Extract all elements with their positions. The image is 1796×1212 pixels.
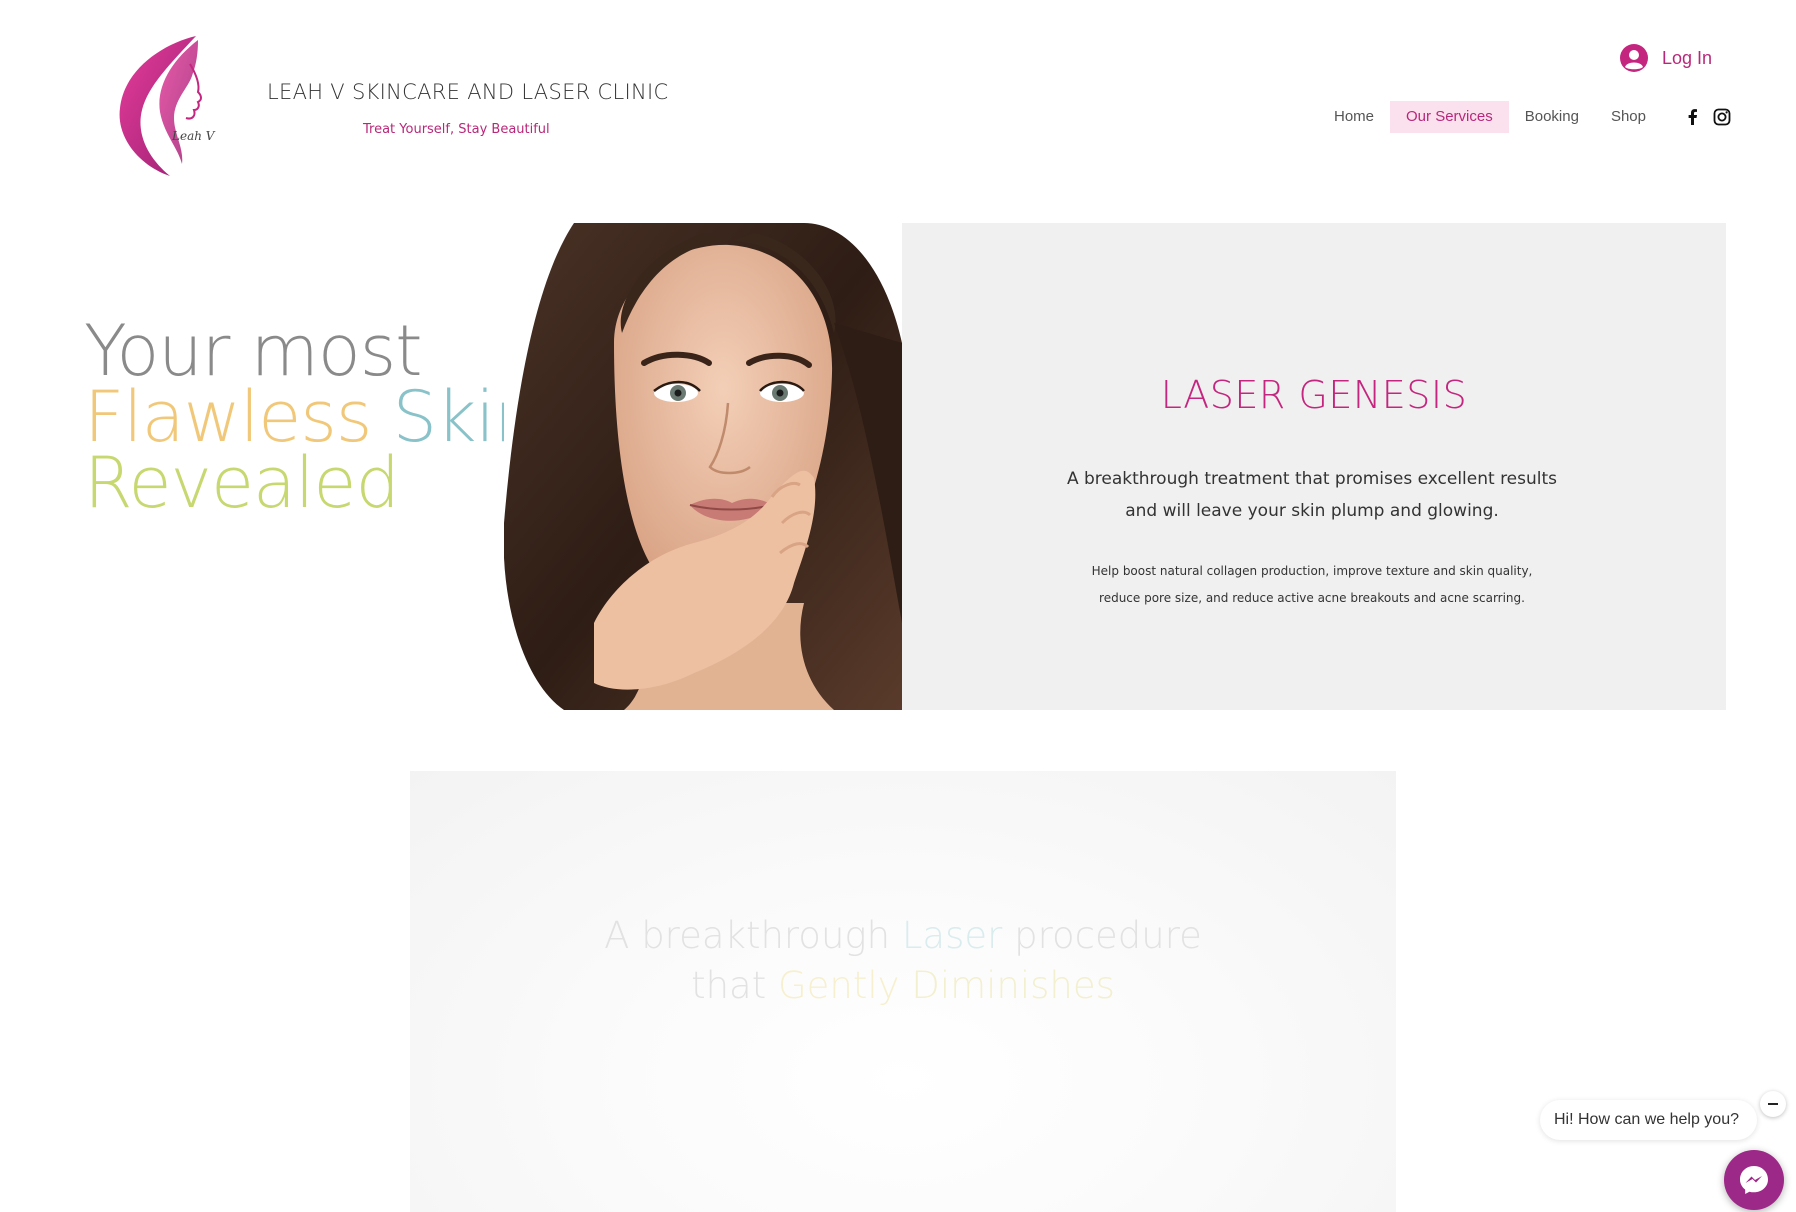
instagram-icon[interactable] bbox=[1712, 107, 1732, 127]
hero-headline: Your most Flawless Skin Revealed bbox=[84, 310, 538, 524]
laser-procedure-section: A breakthrough Laser procedure that Gent… bbox=[410, 771, 1396, 1212]
section2-word-diminishes: Diminishes bbox=[911, 964, 1115, 1007]
messenger-launcher-button[interactable] bbox=[1724, 1150, 1784, 1210]
logo[interactable]: Leah V bbox=[112, 30, 224, 178]
hero-word-revealed: Revealed bbox=[84, 442, 400, 524]
hero-line-1: Your most bbox=[84, 310, 423, 392]
section2-text-b: procedure bbox=[1014, 914, 1202, 957]
login-button[interactable]: Log In bbox=[1620, 42, 1712, 74]
svg-text:Leah V: Leah V bbox=[171, 129, 216, 143]
nav-our-services[interactable]: Our Services bbox=[1390, 101, 1509, 133]
woman-portrait-photo bbox=[504, 223, 902, 710]
section2-word-laser: Laser bbox=[901, 914, 1003, 957]
section2-text-a: A breakthrough bbox=[604, 914, 891, 957]
brand-tagline: Treat Yourself, Stay Beautiful bbox=[363, 122, 550, 137]
panel-detail-line-1: Help boost natural collagen production, … bbox=[1091, 564, 1533, 578]
main-nav: Home Our Services Booking Shop bbox=[1318, 101, 1662, 133]
nav-booking[interactable]: Booking bbox=[1509, 101, 1595, 133]
panel-lead-line-2: and will leave your skin plump and glowi… bbox=[1125, 501, 1499, 521]
brand-title[interactable]: LEAH V SKINCARE AND LASER CLINIC bbox=[267, 80, 668, 104]
panel-title: LASER GENESIS bbox=[1160, 373, 1468, 417]
nav-home[interactable]: Home bbox=[1318, 101, 1390, 133]
login-label: Log In bbox=[1662, 47, 1713, 68]
laser-genesis-panel: LASER GENESIS A breakthrough treatment t… bbox=[902, 223, 1726, 710]
user-avatar-icon bbox=[1620, 44, 1648, 72]
section2-line-1: A breakthrough Laser procedure bbox=[410, 911, 1396, 961]
section2-text-c: that bbox=[691, 964, 767, 1007]
chat-greeting-bubble[interactable]: Hi! How can we help you? bbox=[1540, 1100, 1757, 1140]
page: Leah V LEAH V SKINCARE AND LASER CLINIC … bbox=[0, 0, 1796, 1212]
chat-greeting: Hi! How can we help you? bbox=[1554, 1111, 1739, 1128]
minimize-icon[interactable] bbox=[1760, 1091, 1786, 1117]
section2-line-2: that Gently Diminishes bbox=[410, 961, 1396, 1011]
messenger-icon bbox=[1740, 1166, 1768, 1194]
facebook-icon[interactable] bbox=[1683, 107, 1703, 127]
panel-lead-line-1: A breakthrough treatment that promises e… bbox=[1066, 469, 1558, 489]
nav-shop[interactable]: Shop bbox=[1595, 101, 1662, 133]
panel-lead: A breakthrough treatment that promises e… bbox=[1062, 463, 1562, 527]
section2-headline: A breakthrough Laser procedure that Gent… bbox=[410, 911, 1396, 1011]
section2-word-gently: Gently bbox=[777, 964, 900, 1007]
panel-detail-line-2: reduce pore size, and reduce active acne… bbox=[1099, 591, 1525, 605]
woman-profile-logo-icon: Leah V bbox=[119, 36, 216, 176]
hero-line-2: Flawless Skin bbox=[84, 382, 538, 452]
panel-detail: Help boost natural collagen production, … bbox=[1062, 558, 1562, 612]
